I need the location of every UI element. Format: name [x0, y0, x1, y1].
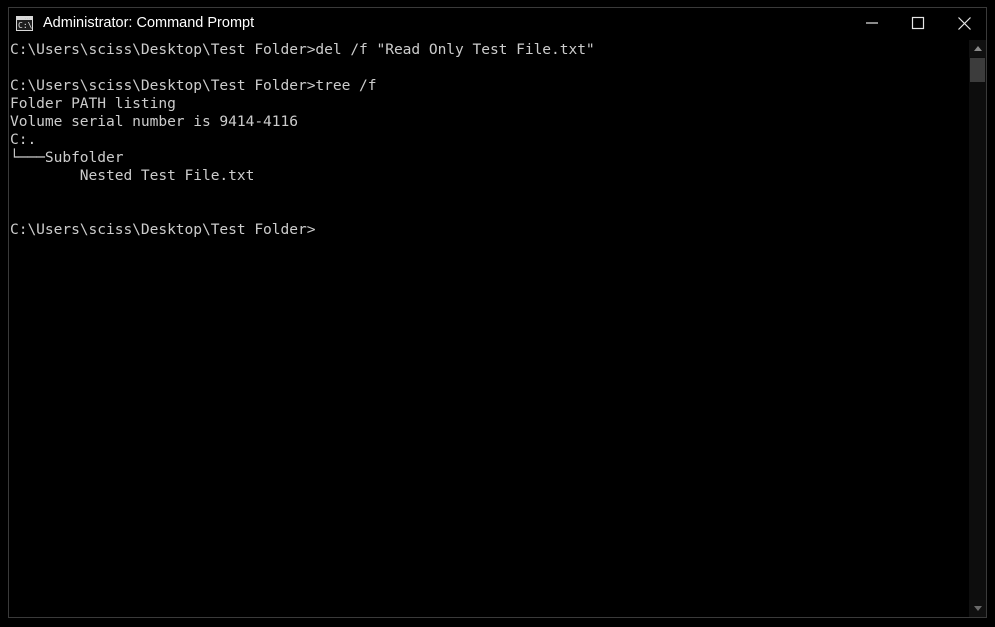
scrollbar-track[interactable]	[969, 57, 986, 600]
command-prompt-window: ··· C:\ Administrator: Command Prompt C:…	[0, 0, 995, 627]
scroll-down-button[interactable]	[969, 600, 986, 617]
maximize-icon	[911, 16, 925, 30]
console-output-area[interactable]: C:\Users\sciss\Desktop\Test Folder>del /…	[9, 40, 969, 617]
scroll-up-button[interactable]	[969, 40, 986, 57]
close-icon	[957, 16, 971, 30]
console-text: C:\Users\sciss\Desktop\Test Folder>del /…	[10, 41, 595, 238]
scroll-up-arrow-icon	[973, 46, 982, 51]
scrollbar-thumb[interactable]	[970, 58, 985, 82]
scroll-down-arrow-icon	[973, 606, 982, 611]
minimize-icon	[866, 22, 878, 24]
console-icon: ··· C:\	[16, 15, 33, 31]
console-icon-prompt-text: C:\	[18, 20, 33, 30]
console-scrollbar[interactable]	[969, 40, 986, 617]
